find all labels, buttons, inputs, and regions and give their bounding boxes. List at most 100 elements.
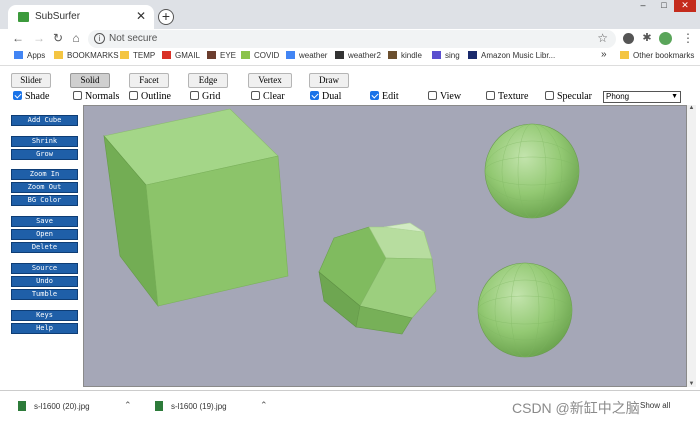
bookmark-temp[interactable]: TEMP: [120, 51, 155, 60]
draw-button[interactable]: Draw: [309, 73, 349, 88]
grow-button[interactable]: Grow: [11, 149, 78, 160]
facet-button[interactable]: Facet: [129, 73, 169, 88]
add-cube-button[interactable]: Add Cube: [11, 115, 78, 126]
specular-checkbox[interactable]: Specular: [545, 91, 592, 102]
vertex-button[interactable]: Vertex: [248, 73, 292, 88]
bookmark-bookmarks[interactable]: BOOKMARKS: [54, 51, 119, 60]
checkbox-checked-icon: [13, 91, 22, 100]
bookmark-weather[interactable]: weather: [286, 51, 327, 60]
info-icon[interactable]: i: [94, 33, 105, 44]
new-tab-button[interactable]: +: [158, 9, 174, 25]
kindle-icon: [388, 51, 397, 59]
forward-arrow-icon[interactable]: →: [32, 31, 46, 45]
back-arrow-icon[interactable]: ←: [11, 31, 25, 45]
help-button[interactable]: Help: [11, 323, 78, 334]
checkbox-icon: [129, 91, 138, 100]
clear-checkbox[interactable]: Clear: [251, 91, 285, 102]
checkbox-icon: [73, 91, 82, 100]
normals-checkbox[interactable]: Normals: [73, 91, 119, 102]
bookmark-kindle[interactable]: kindle: [388, 51, 422, 60]
amazon-music-icon: [468, 51, 477, 59]
scroll-down-icon[interactable]: ▼: [687, 381, 696, 387]
lower-sphere[interactable]: [477, 262, 573, 358]
minimize-button[interactable]: –: [632, 0, 654, 12]
download-item[interactable]: s-l1600 (20).jpg: [18, 401, 90, 411]
menu-kebab-icon[interactable]: ⋮: [681, 31, 695, 45]
star-icon[interactable]: ☆: [597, 31, 608, 45]
keys-button[interactable]: Keys: [11, 310, 78, 321]
shade-checkbox[interactable]: Shade: [13, 91, 49, 102]
home-icon[interactable]: ⌂: [69, 31, 83, 45]
texture-checkbox[interactable]: Texture: [486, 91, 528, 102]
other-bookmarks[interactable]: Other bookmarks: [620, 51, 694, 60]
bookmark-gmail[interactable]: GMAIL: [162, 51, 200, 60]
avatar[interactable]: [659, 32, 672, 45]
bookmarks-overflow-button[interactable]: »: [601, 49, 607, 60]
slider-button[interactable]: Slider: [11, 73, 51, 88]
dual-checkbox[interactable]: Dual: [310, 91, 341, 102]
dodecahedron[interactable]: [318, 222, 437, 335]
music-icon: [432, 51, 441, 59]
checkbox-icon: [428, 91, 437, 100]
browser-toolbar: ← → ↻ ⌂ i Not secure ☆ ✱ ⋮: [0, 29, 700, 49]
chevron-up-icon[interactable]: ⌃: [260, 400, 268, 411]
grid-checkbox[interactable]: Grid: [190, 91, 220, 102]
tumble-button[interactable]: Tumble: [11, 289, 78, 300]
checkbox-icon: [190, 91, 199, 100]
edge-button[interactable]: Edge: [188, 73, 228, 88]
bg-color-button[interactable]: BG Color: [11, 195, 78, 206]
chevron-up-icon[interactable]: ⌃: [124, 400, 132, 411]
extension-icon[interactable]: [623, 33, 634, 44]
gmail-icon: [162, 51, 171, 59]
subsurfer-page: Slider Solid Facet Edge Vertex Draw Shad…: [0, 66, 700, 390]
shading-select[interactable]: Phong ▼: [603, 91, 681, 103]
zoom-in-button[interactable]: Zoom In: [11, 169, 78, 180]
covid-icon: [241, 51, 250, 59]
shrink-button[interactable]: Shrink: [11, 136, 78, 147]
scroll-up-icon[interactable]: ▲: [687, 105, 696, 111]
close-icon[interactable]: ✕: [136, 9, 146, 23]
vertical-scrollbar[interactable]: ▲ ▼: [687, 105, 696, 387]
bookmark-apps[interactable]: Apps: [14, 51, 45, 60]
bookmark-amazon-music[interactable]: Amazon Music Libr...: [468, 51, 555, 60]
bookmarks-bar: Apps BOOKMARKS TEMP GMAIL EYE COVID weat…: [0, 49, 700, 66]
3d-canvas[interactable]: [83, 105, 687, 387]
folder-icon: [54, 51, 63, 59]
reload-icon[interactable]: ↻: [51, 31, 65, 45]
checkbox-checked-icon: [310, 91, 319, 100]
address-bar[interactable]: i Not secure ☆: [88, 30, 616, 48]
download-item[interactable]: s-l1600 (19).jpg: [155, 401, 227, 411]
undo-button[interactable]: Undo: [11, 276, 78, 287]
bookmark-eye[interactable]: EYE: [207, 51, 236, 60]
checkbox-checked-icon: [370, 91, 379, 100]
tab-title: SubSurfer: [35, 11, 81, 22]
bookmark-covid[interactable]: COVID: [241, 51, 279, 60]
3d-scene: [103, 108, 580, 358]
checkbox-icon: [486, 91, 495, 100]
weather-icon: [335, 51, 344, 59]
apps-grid-icon: [14, 51, 23, 59]
source-button[interactable]: Source: [11, 263, 78, 274]
save-button[interactable]: Save: [11, 216, 78, 227]
tab-subsurfer[interactable]: SubSurfer ✕: [8, 5, 154, 29]
solid-button[interactable]: Solid: [70, 73, 110, 88]
eye-thumbnail-icon: [207, 51, 216, 59]
open-button[interactable]: Open: [11, 229, 78, 240]
zoom-out-button[interactable]: Zoom Out: [11, 182, 78, 193]
show-all-button[interactable]: Show all: [640, 401, 670, 410]
outline-checkbox[interactable]: Outline: [129, 91, 171, 102]
upper-sphere[interactable]: [484, 123, 580, 219]
view-checkbox[interactable]: View: [428, 91, 461, 102]
cube[interactable]: [103, 108, 289, 308]
image-file-icon: [18, 401, 26, 411]
address-text: Not secure: [109, 33, 158, 44]
subsurfer-favicon-icon: [18, 12, 29, 22]
tab-strip: SubSurfer ✕ + – □ ✕: [0, 0, 700, 29]
maximize-button[interactable]: □: [653, 0, 675, 12]
delete-button[interactable]: Delete: [11, 242, 78, 253]
puzzle-icon[interactable]: ✱: [640, 31, 654, 44]
bookmark-sing[interactable]: sing: [432, 51, 460, 60]
bookmark-weather2[interactable]: weather2: [335, 51, 381, 60]
edit-checkbox[interactable]: Edit: [370, 91, 399, 102]
close-window-button[interactable]: ✕: [674, 0, 696, 12]
